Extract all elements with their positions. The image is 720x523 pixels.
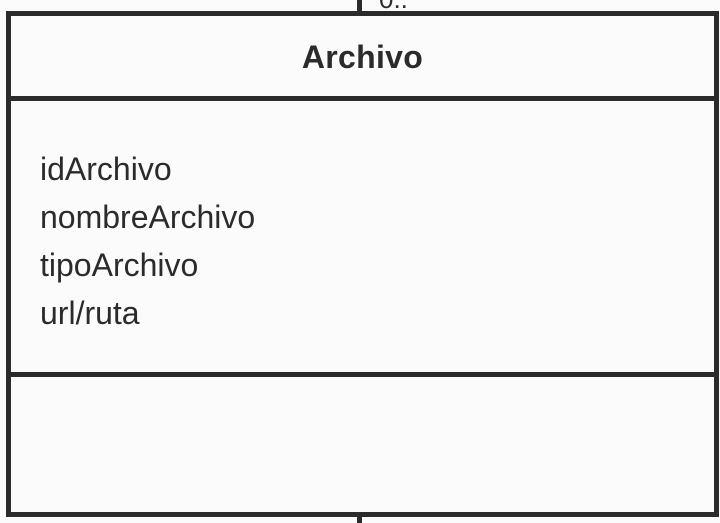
attribute-url-ruta: url/ruta (40, 295, 140, 331)
class-name-section: Archivo (11, 16, 714, 101)
class-attributes-section: idArchivo nombreArchivo tipoArchivo url/… (11, 101, 714, 377)
association-line-bottom (357, 513, 362, 523)
class-box-archivo: Archivo idArchivo nombreArchivo tipoArch… (6, 11, 719, 517)
class-methods-section (11, 377, 714, 512)
attribute-nombre-archivo: nombreArchivo (40, 199, 256, 235)
attribute-id-archivo: idArchivo (40, 151, 172, 187)
uml-class-diagram: 0..* Archivo idArchivo nombreArchivo tip… (0, 0, 720, 523)
class-name: Archivo (301, 38, 424, 75)
attribute-tipo-archivo: tipoArchivo (40, 247, 199, 283)
